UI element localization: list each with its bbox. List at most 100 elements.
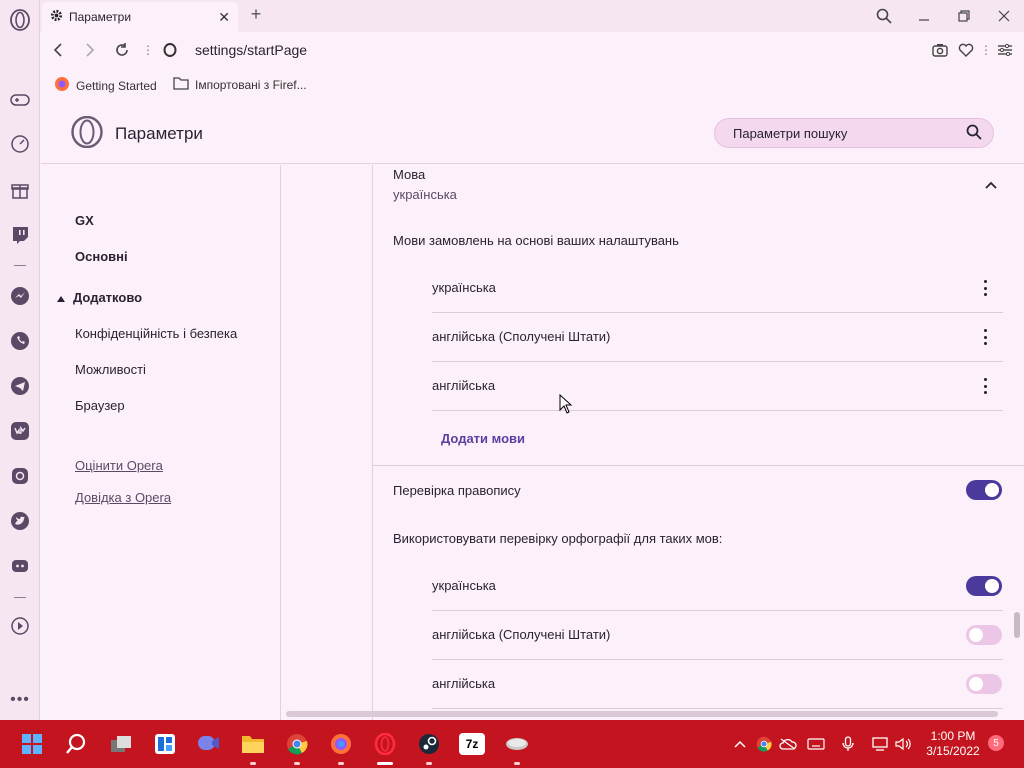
language-name: українська: [432, 578, 496, 593]
notification-badge[interactable]: 5: [988, 735, 1004, 751]
nav-item-features[interactable]: Можливості: [75, 362, 146, 377]
player-icon[interactable]: [8, 614, 32, 638]
gamepad-icon[interactable]: [8, 88, 32, 112]
kebab-menu-icon[interactable]: [977, 376, 993, 396]
firefox-icon[interactable]: [327, 730, 355, 758]
add-languages-button[interactable]: Додати мови: [441, 431, 525, 446]
opera-menu-icon[interactable]: [8, 8, 32, 32]
site-info-icon[interactable]: ⋮: [136, 38, 160, 62]
microphone-icon[interactable]: [838, 734, 858, 754]
mouse-cursor-icon: [559, 393, 573, 417]
keyboard-icon[interactable]: [806, 734, 826, 754]
vk-icon[interactable]: [8, 419, 32, 443]
camera-icon[interactable]: [928, 38, 952, 62]
gear-icon: [50, 9, 63, 25]
settings-search-input[interactable]: [714, 118, 994, 148]
running-indicator: [426, 762, 432, 765]
settings-header: Параметри: [41, 100, 1024, 164]
opera-help-link[interactable]: Довідка з Opera: [75, 490, 171, 505]
teams-chat-icon[interactable]: [195, 730, 223, 758]
close-window-button[interactable]: [988, 4, 1020, 28]
task-view-icon[interactable]: [107, 730, 135, 758]
forward-button[interactable]: [78, 38, 102, 62]
messenger-icon[interactable]: [8, 284, 32, 308]
volume-icon[interactable]: [894, 734, 914, 754]
page-title: Параметри: [115, 124, 203, 143]
firefox-icon: [54, 76, 70, 95]
gift-icon[interactable]: [8, 178, 32, 202]
twitch-icon[interactable]: [8, 223, 32, 247]
taskbar-clock[interactable]: 1:00 PM 3/15/2022: [922, 729, 984, 759]
whatsapp-icon[interactable]: [8, 329, 32, 353]
mouse-app-icon[interactable]: [503, 730, 531, 758]
search-tabs-icon[interactable]: [868, 4, 900, 28]
spellcheck-language-row: англійська (Сполучені Штати): [432, 611, 1003, 660]
nav-item-basic[interactable]: Основні: [75, 249, 128, 264]
horizontal-scrollbar[interactable]: [286, 711, 998, 717]
language-name: англійська (Сполучені Штати): [432, 329, 611, 344]
telegram-icon[interactable]: [8, 374, 32, 398]
onedrive-icon[interactable]: [778, 734, 798, 754]
section-divider: [373, 465, 1024, 466]
bookmark-label: Імпортовані з Firef...: [195, 77, 307, 92]
clock-time: 1:00 PM: [930, 729, 976, 743]
chevron-up-icon[interactable]: [985, 177, 997, 192]
bookmarks-bar: Getting Started Імпортовані з Firef...: [40, 68, 1024, 100]
nav-item-advanced[interactable]: Додатково: [57, 290, 142, 305]
widgets-icon[interactable]: [151, 730, 179, 758]
spellcheck-language-toggle[interactable]: [966, 674, 1002, 694]
language-name: англійська: [432, 676, 496, 691]
tray-overflow-chevron-icon[interactable]: [730, 734, 750, 754]
chrome-icon[interactable]: [283, 730, 311, 758]
network-icon[interactable]: [870, 734, 890, 754]
search-icon[interactable]: [966, 124, 984, 142]
folder-icon: [173, 76, 189, 93]
restore-button[interactable]: [948, 4, 980, 28]
kebab-menu-icon[interactable]: [977, 327, 993, 347]
rate-opera-link[interactable]: Оцінити Opera: [75, 458, 163, 473]
language-name: українська: [432, 280, 496, 295]
chrome-tray-icon[interactable]: [754, 734, 774, 754]
search-icon[interactable]: [62, 730, 90, 758]
opera-gx-icon[interactable]: [371, 730, 399, 758]
kebab-menu-icon[interactable]: [977, 278, 993, 298]
language-row: українська: [432, 264, 1003, 313]
7zip-icon[interactable]: 7z: [459, 733, 485, 755]
new-tab-button[interactable]: +: [244, 4, 268, 25]
nav-item-gx[interactable]: GX: [75, 213, 94, 228]
language-current: українська: [393, 187, 457, 202]
steam-icon[interactable]: [415, 730, 443, 758]
language-row: англійська: [432, 362, 1003, 411]
tab-title: Параметри: [69, 10, 132, 24]
instagram-icon[interactable]: [8, 464, 32, 488]
discord-icon[interactable]: [8, 554, 32, 578]
running-indicator: [294, 762, 300, 765]
language-name: англійська (Сполучені Штати): [432, 627, 611, 642]
easy-setup-icon[interactable]: [993, 38, 1017, 62]
bookmark-getting-started[interactable]: Getting Started: [54, 76, 157, 95]
nav-item-privacy[interactable]: Конфіденційність і безпека: [75, 326, 237, 341]
spellcheck-language-toggle[interactable]: [966, 576, 1002, 596]
running-indicator: [514, 762, 520, 765]
tab-settings[interactable]: Параметри ✕: [42, 2, 238, 32]
back-button[interactable]: [46, 38, 70, 62]
language-row: англійська (Сполучені Штати): [432, 313, 1003, 362]
spellcheck-language-row: українська: [432, 562, 1003, 611]
vertical-scrollbar[interactable]: [1014, 612, 1020, 638]
url-field[interactable]: settings/startPage: [195, 42, 307, 58]
spellcheck-language-toggle[interactable]: [966, 625, 1002, 645]
nav-item-label: Додатково: [73, 290, 143, 305]
reload-button[interactable]: [110, 38, 134, 62]
minimize-button[interactable]: [908, 4, 940, 28]
start-icon[interactable]: [18, 730, 46, 758]
spellcheck-toggle[interactable]: [966, 480, 1002, 500]
bookmark-folder-imported[interactable]: Імпортовані з Firef...: [173, 76, 307, 93]
close-tab-icon[interactable]: ✕: [218, 9, 230, 26]
file-explorer-icon[interactable]: [239, 730, 267, 758]
speedometer-icon[interactable]: [8, 132, 32, 156]
nav-item-browser[interactable]: Браузер: [75, 398, 125, 413]
more-icon[interactable]: •••: [8, 688, 32, 712]
spellcheck-language-row: англійська: [432, 660, 1003, 709]
twitter-icon[interactable]: [8, 509, 32, 533]
sidebar-divider: [14, 265, 26, 266]
